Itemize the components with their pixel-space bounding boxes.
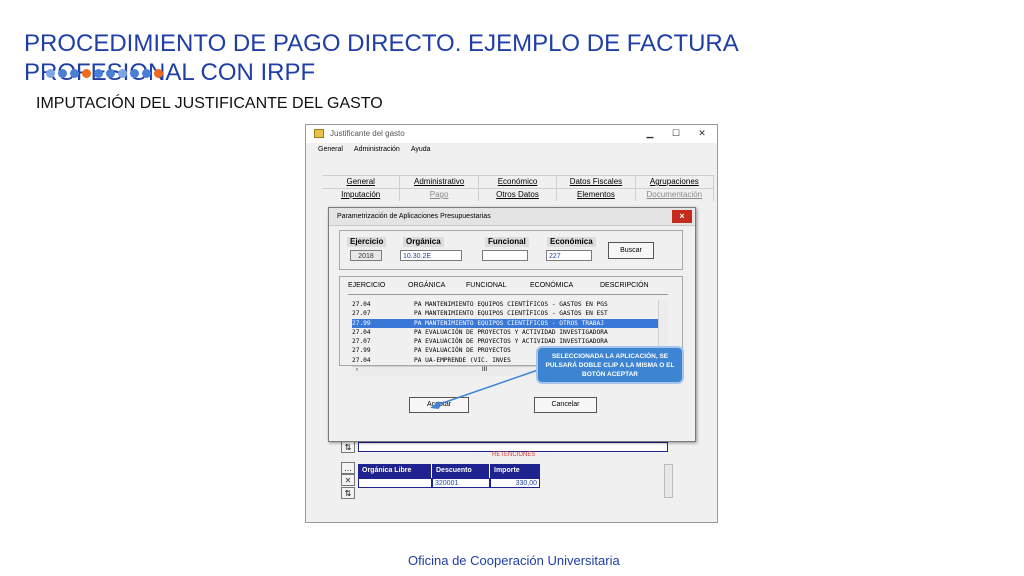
list-header: EJERCICIO ORGÁNICA FUNCIONAL ECONÓMICA D… bbox=[348, 282, 668, 295]
slide-footer: Oficina de Cooperación Universitaria bbox=[408, 553, 620, 568]
row-description: PA MANTENIMIENTO EQUIPOS CIENTÍFICOS - G… bbox=[414, 310, 608, 318]
list-item[interactable]: 27.04 PA EVALUACIÓN DE PROYECTOS Y ACTIVI… bbox=[352, 328, 658, 337]
dialog-titlebar: Parametrización de Aplicaciones Presupue… bbox=[329, 208, 695, 226]
cancelar-button[interactable]: Cancelar bbox=[534, 397, 597, 413]
dialog-title: Parametrización de Aplicaciones Presupue… bbox=[337, 213, 491, 220]
funcional-field[interactable] bbox=[482, 250, 528, 261]
cell-descuento[interactable]: 320001 bbox=[432, 478, 490, 488]
tab-documentacion[interactable]: Documentación bbox=[635, 188, 715, 201]
tab-administrativo[interactable]: Administrativo bbox=[400, 175, 479, 188]
row-code: 27.99 bbox=[352, 319, 371, 327]
organica-label: Orgánica bbox=[403, 237, 444, 247]
app-icon bbox=[314, 129, 324, 138]
menu-administracion[interactable]: Administración bbox=[354, 146, 400, 153]
ejercicio-label: Ejercicio bbox=[347, 237, 387, 247]
menu-general[interactable]: General bbox=[318, 146, 343, 153]
ejercicio-field[interactable]: 2018 bbox=[350, 250, 382, 261]
retenciones-scrollbar[interactable] bbox=[664, 464, 673, 498]
aceptar-button[interactable]: Aceptar bbox=[409, 397, 469, 413]
col-economica: ECONÓMICA bbox=[530, 282, 574, 289]
decorative-dots bbox=[46, 68, 163, 78]
row-description: PA EVALUACIÓN DE PROYECTOS bbox=[414, 347, 511, 355]
tab-datos-fiscales[interactable]: Datos Fiscales bbox=[557, 175, 636, 188]
row-description: PA UA-EMPRENDE (VIC. INVES bbox=[414, 356, 511, 364]
list-item[interactable]: 27.99 PA MANTENIMIENTO EQUIPOS CIENTÍFICO… bbox=[352, 318, 658, 328]
col-organica-libre: Orgánica Libre bbox=[358, 464, 432, 478]
row-code: 27.07 bbox=[352, 310, 371, 318]
row-code: 27.04 bbox=[352, 328, 371, 336]
row-code: 27.04 bbox=[352, 356, 371, 364]
sort-icon-2[interactable]: ⇅ bbox=[341, 487, 355, 499]
filter-panel: Ejercicio 2018 Orgánica 10.30.2E Funcion… bbox=[339, 230, 683, 270]
menu-bar: General Administración Ayuda bbox=[318, 146, 431, 153]
close-icon[interactable]: ✕ bbox=[693, 127, 711, 140]
tab-economico[interactable]: Económico bbox=[478, 175, 558, 188]
tab-row-1: General Administrativo Económico Datos F… bbox=[322, 175, 715, 188]
list-item[interactable]: 27.07 PA MANTENIMIENTO EQUIPOS CIENTÍFICO… bbox=[352, 309, 658, 318]
list-item[interactable]: 27.04 PA MANTENIMIENTO EQUIPOS CIENTÍFICO… bbox=[352, 300, 658, 309]
funcional-label: Funcional bbox=[485, 237, 529, 247]
delete-icon[interactable]: ✕ bbox=[341, 474, 355, 486]
slide-title: PROCEDIMIENTO DE PAGO DIRECTO. EJEMPLO D… bbox=[24, 30, 738, 86]
col-organica: ORGÁNICA bbox=[408, 282, 446, 289]
maximize-icon[interactable]: ☐ bbox=[667, 127, 685, 140]
row-description: PA EVALUACIÓN DE PROYECTOS Y ACTIVIDAD I… bbox=[414, 328, 608, 336]
col-ejercicio: EJERCICIO bbox=[348, 282, 386, 289]
dialog-close-icon[interactable]: × bbox=[672, 210, 692, 223]
row-code: 27.04 bbox=[352, 301, 371, 308]
slide-subtitle: IMPUTACIÓN DEL JUSTIFICANTE DEL GASTO bbox=[36, 95, 383, 112]
window-title: Justificante del gasto bbox=[330, 129, 405, 138]
more-icon[interactable]: … bbox=[341, 462, 355, 474]
scroll-left-icon[interactable]: ‹ bbox=[356, 367, 358, 373]
tab-elementos[interactable]: Elementos bbox=[557, 188, 636, 201]
tab-pago[interactable]: Pago bbox=[400, 188, 479, 201]
tab-agrupaciones[interactable]: Agrupaciones bbox=[635, 175, 715, 188]
row-code: 27.99 bbox=[352, 347, 371, 355]
tab-row-2: Imputación Pago Otros Datos Elementos Do… bbox=[322, 188, 715, 201]
sort-icon[interactable]: ⇅ bbox=[341, 441, 355, 453]
menu-ayuda[interactable]: Ayuda bbox=[411, 146, 431, 153]
row-description: PA MANTENIMIENTO EQUIPOS CIENTÍFICOS - G… bbox=[414, 301, 608, 308]
window-titlebar: Justificante del gasto ▁ ☐ ✕ bbox=[306, 125, 717, 143]
tab-imputacion[interactable]: Imputación bbox=[322, 188, 401, 201]
cell-importe[interactable]: 330,00 bbox=[490, 478, 540, 488]
col-importe: Importe bbox=[494, 467, 520, 474]
tab-otros-datos[interactable]: Otros Datos bbox=[478, 188, 558, 201]
col-funcional: FUNCIONAL bbox=[466, 282, 507, 289]
organica-field[interactable]: 10.30.2E bbox=[400, 250, 462, 261]
app-screenshot: Justificante del gasto ▁ ☐ ✕ General Adm… bbox=[305, 124, 718, 523]
retenciones-title: RETENCIONES bbox=[492, 452, 536, 458]
col-descuento: Descuento bbox=[432, 464, 490, 478]
cell-organica-libre[interactable] bbox=[358, 478, 432, 488]
instruction-callout: SELECCIONADA LA APLICACIÓN, SE PULSARÁ D… bbox=[536, 346, 684, 384]
economica-field[interactable]: 227 bbox=[546, 250, 592, 261]
hscroll-thumb[interactable]: III bbox=[482, 367, 487, 373]
minimize-icon[interactable]: ▁ bbox=[641, 127, 659, 140]
buscar-button[interactable]: Buscar bbox=[608, 242, 654, 259]
col-descripcion: DESCRIPCIÓN bbox=[600, 282, 649, 289]
imputacion-row[interactable] bbox=[358, 442, 668, 452]
tab-general[interactable]: General bbox=[322, 175, 401, 188]
row-code: 27.07 bbox=[352, 338, 371, 346]
retenciones-header: Orgánica Libre Descuento Importe bbox=[358, 464, 540, 478]
parametrizacion-dialog: Parametrización de Aplicaciones Presupue… bbox=[328, 207, 696, 442]
row-description: PA MANTENIMIENTO EQUIPOS CIENTÍFICOS - O… bbox=[414, 319, 604, 327]
economica-label: Económica bbox=[547, 237, 596, 247]
